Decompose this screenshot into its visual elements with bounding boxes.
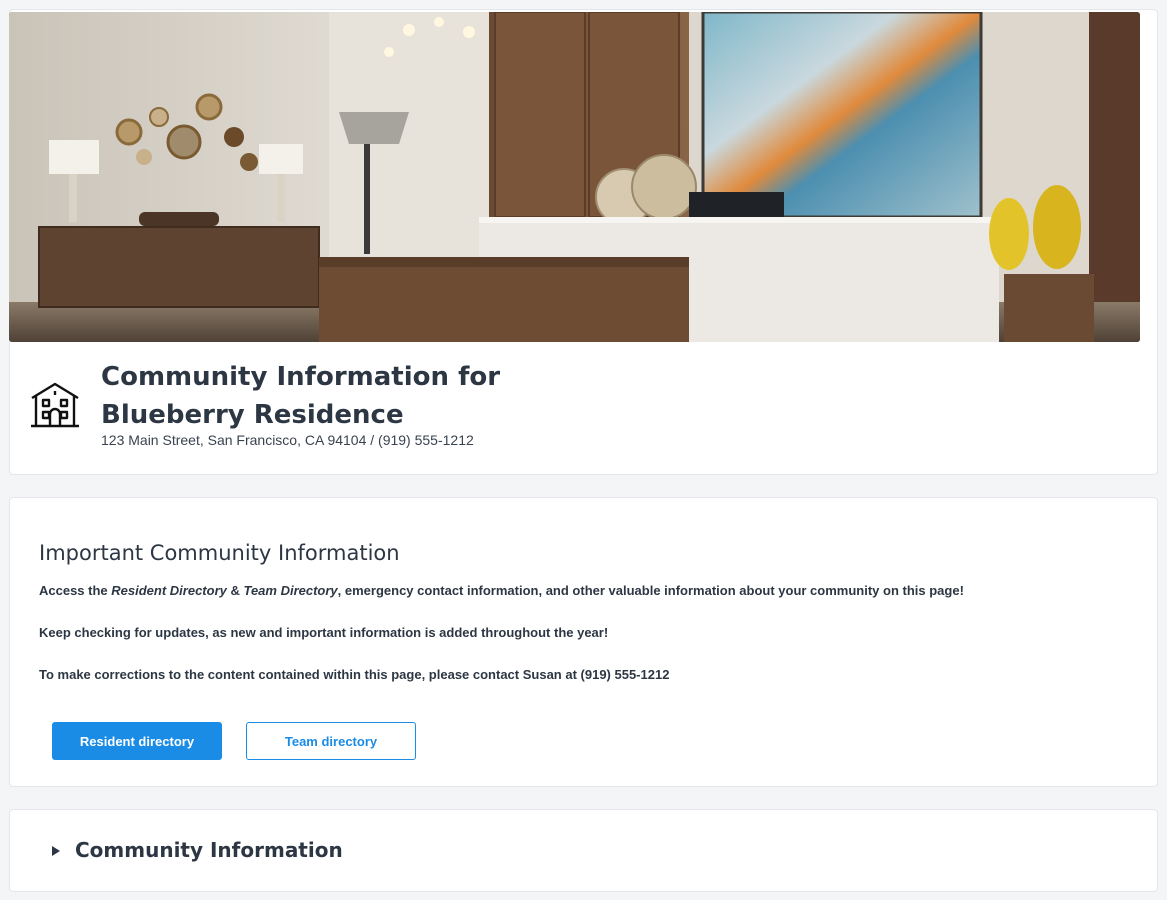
page-title-line-1: Community Information for bbox=[101, 362, 501, 392]
team-directory-mention: Team Directory bbox=[243, 583, 338, 598]
info-paragraph-corrections: To make corrections to the content conta… bbox=[39, 667, 670, 682]
page-title: Community Information for Blueberry Resi… bbox=[101, 358, 521, 434]
info-access-suffix: , emergency contact information, and oth… bbox=[337, 583, 964, 598]
info-paragraph-access: Access the Resident Directory & Team Dir… bbox=[39, 583, 964, 598]
caret-right-icon[interactable] bbox=[52, 846, 60, 856]
important-info-heading: Important Community Information bbox=[39, 541, 400, 565]
info-access-prefix: Access the bbox=[39, 583, 112, 598]
community-address: 123 Main Street, San Francisco, CA 94104… bbox=[101, 432, 474, 448]
resident-directory-button[interactable]: Resident directory bbox=[52, 722, 222, 760]
lobby-banner-image bbox=[9, 12, 1140, 342]
info-paragraph-updates: Keep checking for updates, as new and im… bbox=[39, 625, 609, 640]
team-directory-button[interactable]: Team directory bbox=[246, 722, 416, 760]
page-title-line-2: Blueberry Residence bbox=[101, 400, 404, 430]
resident-directory-mention: Resident Directory bbox=[111, 583, 227, 598]
apartment-building-icon bbox=[28, 381, 82, 429]
info-access-amp: & bbox=[226, 583, 244, 598]
community-information-toggle[interactable]: Community Information bbox=[75, 838, 343, 862]
